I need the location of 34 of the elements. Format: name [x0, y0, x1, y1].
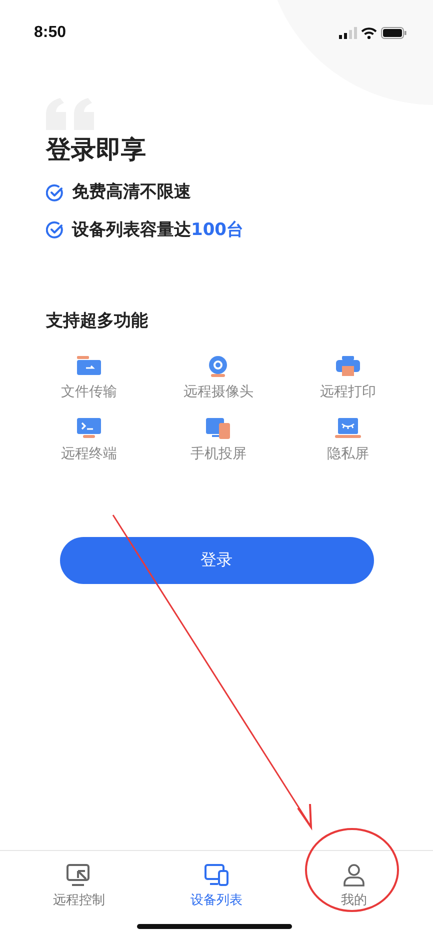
person-icon: [342, 863, 367, 887]
wifi-icon: [361, 27, 377, 39]
status-time: 8:50: [34, 23, 66, 43]
tab[interactable]: 设备列表: [148, 851, 286, 940]
check-circle-icon: [46, 221, 64, 240]
feature-label: 远程终端: [60, 444, 117, 464]
feature-item[interactable]: 手机投屏: [154, 416, 284, 464]
login-button[interactable]: 登录: [60, 536, 374, 584]
feature-label: 远程摄像头: [183, 382, 254, 402]
feature-label: 隐私屏: [327, 444, 370, 464]
terminal-icon: [74, 416, 103, 440]
signal-icon: [339, 27, 357, 39]
tab[interactable]: 远程控制: [10, 851, 148, 940]
printer-icon: [334, 354, 362, 378]
feature-item[interactable]: 隐私屏: [283, 416, 413, 464]
feature-item[interactable]: 远程摄像头: [154, 354, 284, 402]
check-circle-icon: [46, 184, 64, 202]
tab[interactable]: 我的: [285, 851, 424, 940]
feature-item[interactable]: 远程打印: [283, 354, 413, 402]
devices-icon: [204, 863, 229, 887]
benefit-text: 设备列表容量达100台: [72, 218, 244, 242]
remote-desktop-icon: [66, 863, 92, 887]
closed-eye-laptop-icon: [334, 416, 362, 440]
benefit-text: 免费高清不限速: [72, 181, 191, 204]
section-heading: 支持超多功能: [46, 310, 149, 333]
feature-label: 远程打印: [320, 382, 376, 402]
phone-screen-icon: [204, 416, 232, 440]
feature-label: 文件传输: [60, 382, 117, 402]
feature-item[interactable]: 远程终端: [24, 416, 154, 464]
folder-icon: [74, 354, 103, 378]
battery-icon: [381, 27, 407, 39]
feature-item[interactable]: 文件传输: [24, 354, 154, 402]
page-title: 登录即享: [46, 134, 147, 166]
feature-label: 手机投屏: [190, 444, 246, 464]
